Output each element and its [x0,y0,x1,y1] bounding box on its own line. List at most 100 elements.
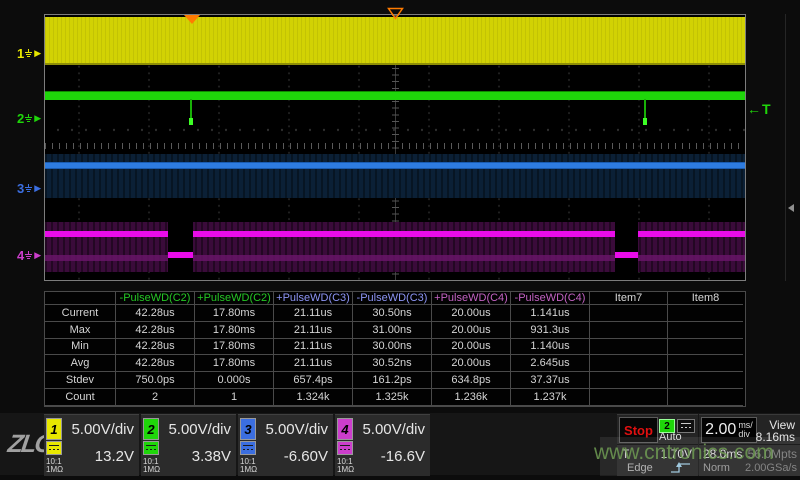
channel2-glitch-pulse [644,99,646,125]
column-header[interactable]: -PulseWD(C3) [353,292,432,305]
column-header[interactable]: +PulseWD(C3) [274,292,353,305]
channel3-settings-block[interactable]: 3 10:1 1MΩ 5.00V/div -6.60V [238,414,333,476]
channel3-label: 3 [17,181,24,196]
channel2-trace [45,91,745,100]
input-impedance: 1MΩ [337,466,354,474]
ground-icon [25,114,33,123]
channel4-noise-floor [45,255,745,261]
channel4-position-marker[interactable]: 4 ▶ [17,248,41,263]
table-value: 1.324k [274,389,353,406]
channel1-position-marker[interactable]: 1 ▶ [17,46,41,61]
volts-per-div: 5.00V/div [362,421,425,438]
channel4-trace [638,231,745,237]
channel4-low-segment [168,252,193,258]
channel1-label: 1 [17,46,24,61]
table-value: 30.52ns [353,355,432,372]
channel-offset: -6.60V [284,448,328,465]
table-value: 2.645us [511,355,590,372]
table-value: 634.8ps [432,372,511,389]
table-value [668,322,743,339]
trigger-delay-marker-icon[interactable] [184,15,200,24]
oscilloscope-screen: 1 ▶ 2 ▶ 3 ▶ 4 ▶ ←T -PulseWD(C2) +PulseWD… [0,0,800,480]
table-value: 20.00us [432,305,511,322]
volts-per-div: 5.00V/div [265,421,328,438]
channel3-position-marker[interactable]: 3 ▶ [17,181,41,196]
table-value: 161.2ps [353,372,432,389]
channel2-badge[interactable]: 2 [143,418,159,440]
input-impedance: 1MΩ [240,466,257,474]
panel-collapse-arrow-icon[interactable] [788,204,794,212]
input-impedance: 1MΩ [143,466,160,474]
table-value: 1.325k [353,389,432,406]
table-value: 20.00us [432,322,511,339]
table-value: 31.00ns [353,322,432,339]
table-value: 42.28us [116,322,195,339]
dc-coupling-icon [240,441,256,455]
table-value: 17.80ms [195,305,274,322]
right-panel-divider [785,14,786,281]
channel-offset: -16.6V [381,448,425,465]
waveform-plot [44,14,746,281]
trigger-level-t-label: T [762,101,772,117]
channel2-settings-block[interactable]: 2 10:1 1MΩ 5.00V/div 3.38V [141,414,236,476]
table-value: 20.00us [432,339,511,356]
channel1-badge[interactable]: 1 [46,418,62,440]
probe-settings: 10:1 1MΩ [240,458,257,474]
table-value: 17.80ms [195,339,274,356]
table-value [590,355,668,372]
channel4-trace [45,231,168,237]
table-value: 657.4ps [274,372,353,389]
table-value: 21.11us [274,305,353,322]
table-value [668,355,743,372]
volts-per-div: 5.00V/div [71,421,134,438]
channel1-settings-block[interactable]: 1 10:1 1MΩ 5.00V/div 13.2V [44,414,139,476]
table-value: 1.141us [511,305,590,322]
table-value: 21.11us [274,322,353,339]
channel3-badge[interactable]: 3 [240,418,256,440]
channel1-trace [45,17,745,65]
center-horizontal-ticks [45,143,745,149]
table-value: 1.140us [511,339,590,356]
row-label: Current [45,305,116,322]
table-value: 42.28us [116,305,195,322]
probe-settings: 10:1 1MΩ [337,458,354,474]
table-value: 931.3us [511,322,590,339]
ground-icon [25,49,33,58]
channel4-badge[interactable]: 4 [337,418,353,440]
column-header[interactable]: Item8 [668,292,743,305]
column-header[interactable]: -PulseWD(C2) [116,292,195,305]
table-value [668,389,743,406]
table-value: 21.11us [274,355,353,372]
table-value [590,372,668,389]
table-value: 750.0ps [116,372,195,389]
dc-coupling-icon [337,441,353,455]
trigger-position-marker-icon[interactable] [387,7,404,20]
table-corner-cell [45,292,116,305]
channel4-trace [193,231,615,237]
table-value: 17.80ms [195,322,274,339]
ground-icon [25,251,33,260]
table-value: 42.28us [116,355,195,372]
probe-settings: 10:1 1MΩ [46,458,63,474]
column-header[interactable]: -PulseWD(C4) [511,292,590,305]
table-value [668,339,743,356]
channel3-noise-band [45,154,745,198]
channel2-position-marker[interactable]: 2 ▶ [17,111,41,126]
row-label: Min [45,339,116,356]
trigger-level-marker[interactable]: ←T [747,101,772,117]
channel4-dropout [168,221,193,273]
column-header[interactable]: Item7 [590,292,668,305]
table-value: 1.236k [432,389,511,406]
row-label: Max [45,322,116,339]
channel4-noise-band [45,222,745,272]
right-arrow-icon: ▶ [34,184,41,193]
table-value [668,305,743,322]
table-value: 20.00us [432,355,511,372]
table-value [590,305,668,322]
channel4-settings-block[interactable]: 4 10:1 1MΩ 5.00V/div -16.6V [335,414,430,476]
table-value [590,339,668,356]
column-header[interactable]: +PulseWD(C2) [195,292,274,305]
channel2-glitch-pulse [190,99,192,125]
column-header[interactable]: +PulseWD(C4) [432,292,511,305]
row-label: Stdev [45,372,116,389]
